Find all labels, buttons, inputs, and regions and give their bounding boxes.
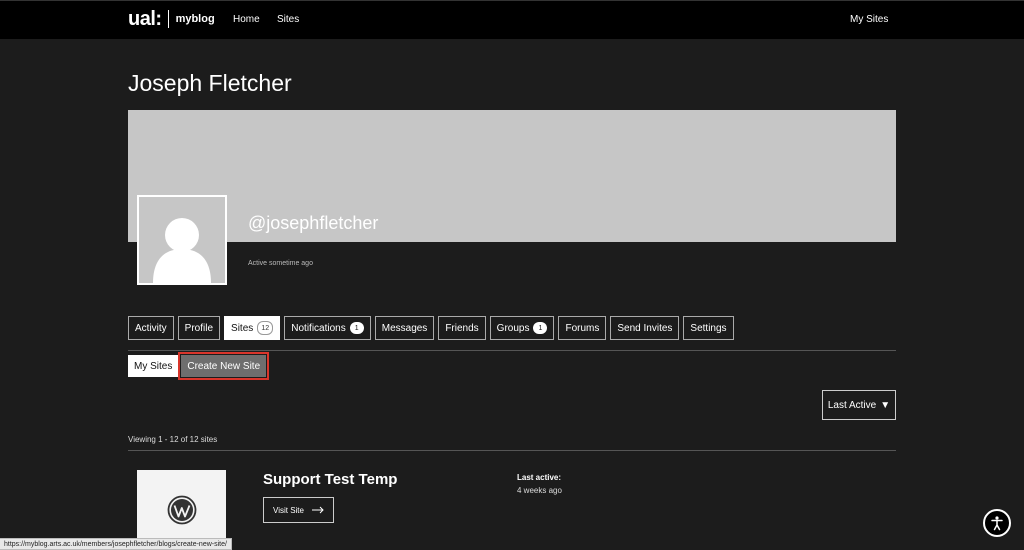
list-divider: [128, 450, 896, 451]
tab-label: Forums: [565, 322, 600, 334]
tab-messages[interactable]: Messages: [374, 316, 435, 340]
logo-ual-text: ual:: [128, 8, 162, 30]
tab-sites[interactable]: Sites 12: [224, 316, 281, 340]
create-new-site-button[interactable]: Create New Site: [178, 352, 270, 380]
site-title-link[interactable]: Support Test Temp: [263, 471, 397, 488]
tab-label: Activity: [135, 322, 167, 334]
avatar[interactable]: [137, 195, 227, 285]
tab-settings[interactable]: Settings: [683, 316, 734, 340]
tab-friends[interactable]: Friends: [438, 316, 486, 340]
groups-count-badge: 1: [533, 322, 548, 334]
last-active-label: Last active:: [517, 473, 562, 482]
tab-notifications[interactable]: Notifications 1: [284, 316, 371, 340]
last-active-value: 4 weeks ago: [517, 486, 562, 495]
nav-my-sites-link[interactable]: My Sites: [850, 14, 888, 25]
tab-label: Friends: [445, 322, 479, 334]
tab-activity[interactable]: Activity: [128, 316, 174, 340]
top-navigation-bar: ual: myblog Home Sites My Sites: [0, 0, 1024, 39]
pagination-count: Viewing 1 - 12 of 12 sites: [128, 435, 218, 444]
page-title: Joseph Fletcher: [128, 70, 292, 96]
visit-site-label: Visit Site: [273, 505, 304, 515]
tab-label: Send Invites: [617, 322, 673, 334]
visit-site-button[interactable]: Visit Site: [263, 497, 334, 523]
last-activity-text: Active sometime ago: [248, 260, 313, 267]
tab-groups[interactable]: Groups 1: [489, 316, 555, 340]
tab-label: Messages: [381, 322, 428, 334]
subnav-my-sites[interactable]: My Sites: [128, 355, 179, 377]
sort-select[interactable]: Last Active ▼: [822, 390, 896, 420]
sites-count-badge: 12: [257, 321, 274, 335]
accessibility-icon: [991, 516, 1003, 531]
tab-label: Settings: [690, 322, 727, 334]
wordpress-icon: [167, 495, 196, 525]
accessibility-button[interactable]: [983, 509, 1011, 537]
tab-label: Notifications: [291, 322, 346, 334]
default-avatar-icon: [139, 197, 225, 283]
notifications-count-badge: 1: [349, 322, 364, 334]
tab-label: Sites: [231, 322, 254, 334]
tabs-divider: [128, 350, 896, 351]
cover-image: [128, 110, 896, 242]
browser-status-bar: https://myblog.arts.ac.uk/members/joseph…: [0, 538, 232, 550]
tab-label: Profile: [184, 322, 214, 334]
tab-profile[interactable]: Profile: [177, 316, 221, 340]
arrow-right-icon: [311, 506, 324, 514]
tab-label: Groups: [496, 322, 530, 334]
user-handle: @josephfletcher: [248, 213, 379, 233]
nav-home-link[interactable]: Home: [233, 14, 260, 25]
tab-forums[interactable]: Forums: [558, 316, 607, 340]
ual-myblog-logo[interactable]: ual: myblog: [128, 9, 215, 29]
nav-sites-link[interactable]: Sites: [277, 14, 299, 25]
logo-divider: [167, 10, 169, 28]
sort-select-value: Last Active: [827, 399, 877, 411]
profile-tabs: Activity Profile Sites 12 Notifications 1 …: [128, 316, 734, 340]
tab-send-invites[interactable]: Send Invites: [610, 316, 680, 340]
logo-myblog-text: myblog: [175, 13, 215, 25]
sites-subnav: My Sites Create New Site: [128, 352, 270, 380]
dropdown-arrow-icon: ▼: [880, 399, 891, 411]
